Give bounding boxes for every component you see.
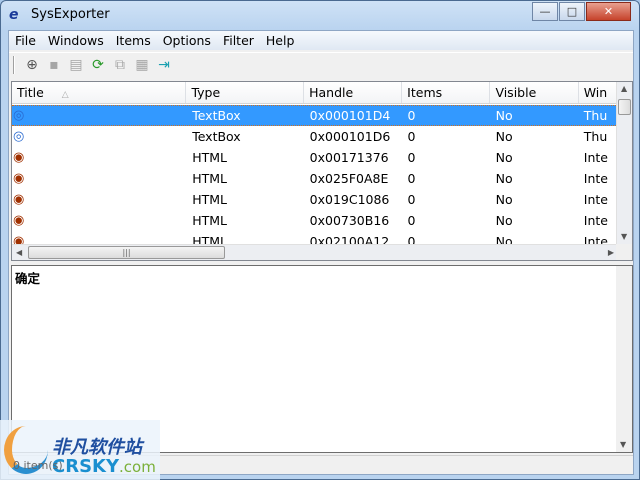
scroll-left-icon[interactable]: ◀ — [16, 248, 22, 257]
windows-list[interactable]: Title △ Type Handle Items Visible Win ◎ T… — [11, 81, 633, 261]
status-text: 0 item(s) — [13, 459, 63, 472]
cell-type: HTML — [192, 213, 227, 228]
detail-text: 确定 — [15, 271, 41, 286]
cell-handle: 0x000101D6 — [309, 129, 391, 144]
properties-icon[interactable]: ▦ — [131, 55, 153, 75]
cell-window-class: Thu — [583, 129, 608, 144]
row-icon: ◉ — [13, 149, 25, 165]
scroll-thumb[interactable] — [618, 99, 631, 115]
cell-type: TextBox — [192, 108, 241, 123]
menu-windows[interactable]: Windows — [42, 31, 110, 50]
cell-type: HTML — [192, 150, 227, 165]
cell-window-class: Thu — [583, 108, 608, 123]
column-title[interactable]: Title △ — [12, 82, 187, 103]
title-bar[interactable]: e SysExporter — □ ✕ — [1, 1, 639, 29]
row-icon: ◉ — [13, 191, 25, 207]
cell-items: 0 — [407, 129, 416, 144]
scroll-up-icon[interactable]: ▲ — [621, 84, 627, 93]
menu-options[interactable]: Options — [157, 31, 217, 50]
cell-type: HTML — [192, 171, 227, 186]
cell-handle: 0x019C1086 — [309, 192, 390, 207]
cell-items: 0 — [407, 213, 416, 228]
window-title: SysExporter — [31, 7, 110, 22]
row-icon: ◉ — [13, 212, 25, 228]
cell-type: TextBox — [192, 129, 241, 144]
table-row[interactable]: ◎ TextBox 0x000101D4 0 No Thu — [12, 105, 618, 126]
minimize-button[interactable]: — — [532, 2, 558, 21]
watermark-text-suffix: .com — [119, 458, 156, 476]
list-header: Title △ Type Handle Items Visible Win — [12, 82, 618, 104]
cell-items: 0 — [407, 150, 416, 165]
menu-items[interactable]: Items — [110, 31, 157, 50]
html-report-icon[interactable]: ▤ — [65, 55, 87, 75]
cell-visible: No — [495, 213, 513, 228]
table-row[interactable]: ◉ HTML 0x019C1086 0 No Inte — [12, 189, 618, 210]
menu-bar: File Windows Items Options Filter Help — [9, 31, 633, 50]
cell-window-class: Inte — [583, 213, 608, 228]
cell-visible: No — [495, 192, 513, 207]
column-window-class[interactable]: Win — [579, 82, 618, 103]
scroll-right-icon[interactable]: ▶ — [608, 248, 614, 257]
cell-items: 0 — [407, 108, 416, 123]
app-window: e SysExporter — □ ✕ File Windows Items O… — [0, 0, 640, 480]
table-row[interactable]: ◎ TextBox 0x000101D6 0 No Thu — [12, 126, 618, 147]
row-icon: ◉ — [13, 170, 25, 186]
column-type[interactable]: Type — [186, 82, 305, 103]
column-visible[interactable]: Visible — [490, 82, 579, 103]
horizontal-scrollbar[interactable]: ◀ ||| ▶ — [12, 244, 618, 260]
cell-visible: No — [495, 171, 513, 186]
select-window-icon[interactable]: ⊕ — [21, 55, 43, 75]
cell-window-class: Inte — [583, 171, 608, 186]
scroll-corner — [616, 244, 632, 260]
menu-file[interactable]: File — [9, 31, 42, 50]
cell-type: HTML — [192, 192, 227, 207]
scroll-down-icon[interactable]: ▼ — [620, 440, 626, 449]
cell-handle: 0x000101D4 — [309, 108, 391, 123]
menu-filter[interactable]: Filter — [217, 31, 260, 50]
column-items[interactable]: Items — [402, 82, 491, 103]
cell-items: 0 — [407, 192, 416, 207]
column-title-label: Title — [17, 85, 44, 100]
toolbar: ⊕ ▪ ▤ ⟳ ⧉ ▦ ⇥ — [9, 52, 633, 76]
cell-visible: No — [495, 150, 513, 165]
list-rows: ◎ TextBox 0x000101D4 0 No Thu ◎ TextBox 0x000101… — [12, 105, 618, 252]
table-row[interactable]: ◉ HTML 0x00730B16 0 No Inte — [12, 210, 618, 231]
maximize-button[interactable]: □ — [559, 2, 585, 21]
cell-handle: 0x00171376 — [309, 150, 389, 165]
save-icon[interactable]: ▪ — [43, 55, 65, 75]
cell-handle: 0x00730B16 — [309, 213, 390, 228]
cell-window-class: Inte — [583, 192, 608, 207]
close-button[interactable]: ✕ — [586, 2, 631, 21]
copy-icon[interactable]: ⧉ — [109, 55, 131, 75]
client-area: File Windows Items Options Filter Help ⊕… — [8, 30, 634, 475]
watermark-text-en: CRSKY.com — [52, 456, 156, 477]
sort-ascending-icon: △ — [61, 90, 69, 100]
cell-handle: 0x025F0A8E — [309, 171, 389, 186]
toolbar-separator — [13, 55, 15, 74]
hscroll-thumb[interactable]: ||| — [28, 246, 225, 259]
app-icon: e — [9, 7, 19, 23]
row-icon: ◎ — [13, 107, 25, 123]
cell-visible: No — [495, 129, 513, 144]
column-handle[interactable]: Handle — [304, 82, 403, 103]
menu-help[interactable]: Help — [260, 31, 301, 50]
cell-items: 0 — [407, 171, 416, 186]
exit-icon[interactable]: ⇥ — [153, 55, 175, 75]
row-icon: ◎ — [13, 128, 25, 144]
table-row[interactable]: ◉ HTML 0x025F0A8E 0 No Inte — [12, 168, 618, 189]
cell-window-class: Inte — [583, 150, 608, 165]
refresh-icon[interactable]: ⟳ — [87, 55, 109, 75]
detail-scrollbar[interactable]: ▼ — [616, 266, 632, 452]
cell-visible: No — [495, 108, 513, 123]
scroll-down-icon[interactable]: ▼ — [621, 232, 627, 241]
vertical-scrollbar[interactable]: ▲ ▼ — [616, 82, 632, 244]
table-row[interactable]: ◉ HTML 0x00171376 0 No Inte — [12, 147, 618, 168]
